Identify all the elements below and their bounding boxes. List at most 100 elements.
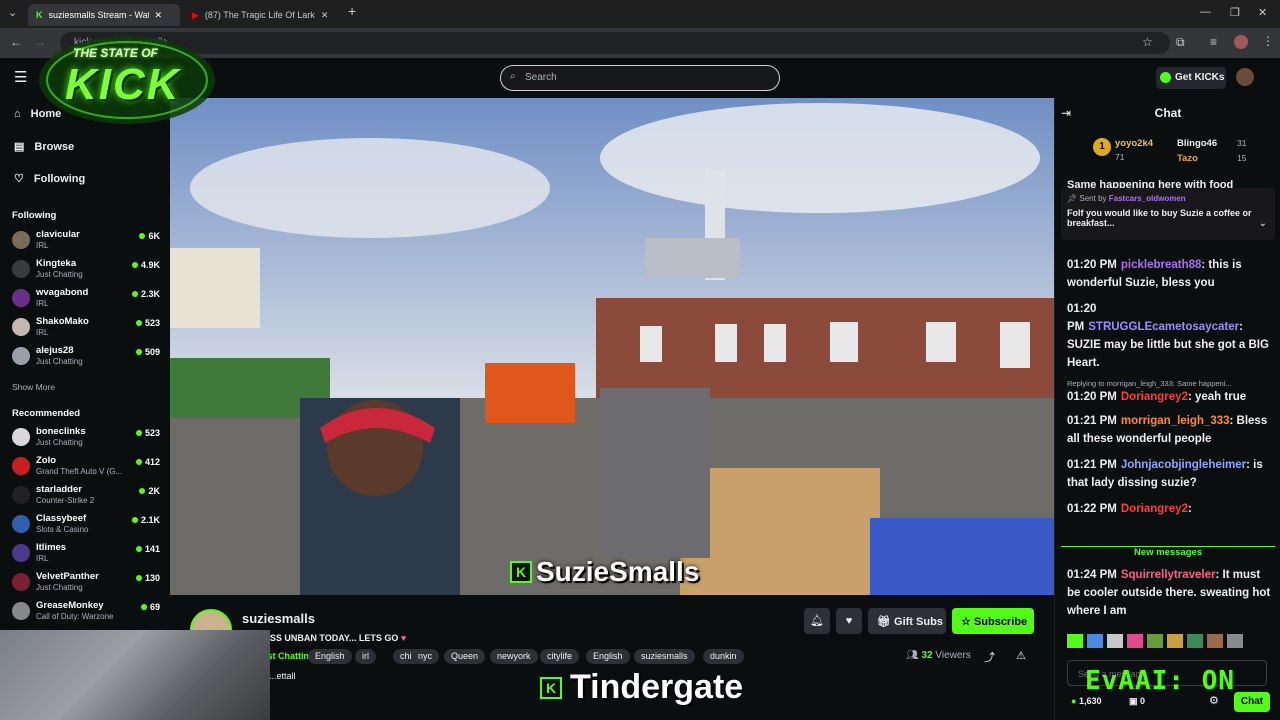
sidebar-channel[interactable]: alejus28 Just Chatting 509 (12, 345, 162, 373)
channel-category: Just Chatting (36, 270, 83, 279)
channel-name: Kingteka (36, 258, 77, 269)
emote-icon[interactable] (1227, 634, 1243, 648)
tag[interactable]: nyc (411, 649, 440, 664)
chat-message[interactable]: 01:20 PM STRUGGLEcametosaycater: SUZIE ma… (1067, 300, 1273, 372)
tag[interactable]: dunkin (703, 649, 744, 664)
chat-message[interactable]: 01:20 PM picklebreath88: this is wonderfu… (1067, 256, 1273, 292)
share-icon[interactable]: ⤴ (984, 649, 995, 665)
tab-search-icon[interactable]: ⌄ (8, 6, 17, 19)
message-user[interactable]: Doriangrey2 (1121, 503, 1188, 515)
emote-icon[interactable] (1067, 634, 1083, 648)
channel-avatar (12, 602, 30, 620)
tag[interactable]: English (308, 649, 352, 664)
message-user[interactable]: picklebreath88 (1121, 259, 1202, 271)
nav-browse[interactable]: ▤ Browse (14, 140, 74, 154)
emote-icon[interactable] (1127, 634, 1143, 648)
sidebar-channel[interactable]: Classybeef Slots & Casino 2.1K (12, 513, 162, 541)
pinned-message[interactable]: 📌︎ Sent by Fastcars_oldwomen Folf you wo… (1061, 188, 1275, 240)
emote-icon[interactable] (1167, 634, 1183, 648)
subscribe-button[interactable]: ☆ Subscribe (952, 608, 1034, 634)
nav-label: Following (33, 172, 86, 185)
channel-name: Zolo (36, 455, 57, 466)
channel-avatar (12, 289, 30, 307)
video-player[interactable] (170, 98, 1054, 595)
channel-avatar (12, 318, 30, 336)
get-kicks-button[interactable]: Get KICKs (1156, 67, 1226, 89)
back-icon[interactable]: ← (10, 35, 22, 49)
chat-message[interactable]: 01:24 PM Squirrellytraveler: It must be c… (1067, 566, 1273, 620)
new-tab-button[interactable]: + (348, 3, 356, 19)
sidebar-channel[interactable]: starladder Counter-Strike 2 2K (12, 484, 162, 512)
message-user[interactable]: Johnjacobjingleheimer (1121, 459, 1246, 471)
streamer-name[interactable]: suziesmalls (242, 611, 315, 626)
more-menu-icon[interactable]: ⋮ (1262, 34, 1274, 48)
message-text: : (1187, 503, 1192, 515)
profile-avatar[interactable] (1234, 35, 1248, 49)
show-more-link[interactable]: Show More (12, 382, 55, 392)
message-user[interactable]: STRUGGLEcametosaycater (1088, 321, 1239, 333)
search-input[interactable]: ⌕ Search (500, 65, 780, 91)
gift-subs-button[interactable]: 🎁︎ Gift Subs (868, 608, 946, 634)
chat-message[interactable]: 01:20 PM Doriangrey2: yeah true (1067, 388, 1273, 406)
emote-icon[interactable] (1207, 634, 1223, 648)
chat-message[interactable]: 01:21 PM morrigan_leigh_333: Bless all th… (1067, 412, 1273, 448)
emote-icon[interactable] (1187, 634, 1203, 648)
tag[interactable]: English (586, 649, 630, 664)
emote-icon[interactable] (1107, 634, 1123, 648)
top-gifter-name[interactable]: yoyo2k4 (1115, 138, 1153, 149)
gift-icon: ▣ (1129, 696, 1141, 706)
kick-logo-icon: K (510, 561, 532, 583)
tag[interactable]: suziesmalls (634, 649, 695, 664)
sidebar-channel[interactable]: Kingteka Just Chatting 4.9K (12, 258, 162, 286)
message-user[interactable]: Squirrellytraveler (1121, 569, 1216, 581)
pinned-text: Folf you would like to buy Suzie a coffe… (1067, 208, 1252, 228)
user-avatar[interactable] (1236, 68, 1254, 86)
chevron-down-icon[interactable]: ⌄ (1259, 218, 1267, 229)
tag[interactable]: newyork (490, 649, 538, 664)
tag[interactable]: citylife (540, 649, 580, 664)
chat-title: Chat (1154, 106, 1182, 120)
close-window-icon[interactable]: ✕ (1258, 6, 1267, 19)
bookmark-star-icon[interactable]: ☆ (1142, 35, 1153, 49)
tag[interactable]: irl (355, 649, 376, 664)
new-messages-divider[interactable]: New messages (1061, 546, 1275, 560)
sidebar-channel[interactable]: ShakoMako IRL 523 (12, 316, 162, 344)
close-icon[interactable]: ✕ (321, 10, 329, 21)
chat-send-button[interactable]: Chat (1234, 692, 1270, 712)
emote-icon[interactable] (1087, 634, 1103, 648)
sidebar-channel[interactable]: boneclinks Just Chatting 523 (12, 426, 162, 454)
sidebar-channel[interactable]: VelvetPanther Just Chatting 130 (12, 571, 162, 599)
tab-youtube[interactable]: ▶ (87) The Tragic Life Of Lark Voo ✕ (184, 4, 344, 26)
nav-following[interactable]: ♡ Following (14, 172, 86, 186)
report-icon[interactable]: ⚠ (1016, 649, 1026, 662)
maximize-icon[interactable]: ❐ (1230, 6, 1240, 19)
chat-message[interactable]: 01:22 PM Doriangrey2: (1067, 500, 1273, 518)
tab-list-icon[interactable]: ≡ (1210, 35, 1217, 49)
channel-avatar (12, 260, 30, 278)
sidebar-channel[interactable]: wvagabond IRL 2.3K (12, 287, 162, 315)
emote-icon[interactable] (1147, 634, 1163, 648)
recommended-header: Recommended (12, 408, 81, 419)
sidebar-channel[interactable]: clavicular IRL 6K (12, 229, 162, 257)
message-user[interactable]: morrigan_leigh_333 (1121, 415, 1230, 427)
message-user[interactable]: Doriangrey2 (1121, 391, 1188, 403)
sidebar-channel[interactable]: Itlimes IRL 141 (12, 542, 162, 570)
minimize-icon[interactable]: — (1200, 6, 1211, 18)
follow-button[interactable]: ♥ (836, 608, 862, 634)
extensions-icon[interactable]: ⧉ (1176, 35, 1185, 50)
close-icon[interactable]: ✕ (155, 10, 163, 21)
menu-icon[interactable]: ☰ (14, 68, 27, 86)
top-gifter-name[interactable]: Tazo (1177, 153, 1198, 164)
message-time: 01:22 PM (1067, 503, 1117, 515)
url-field[interactable]: kick.com/suziesmalls (60, 32, 1170, 54)
chat-message[interactable]: 01:21 PM Johnjacobjingleheimer: is that l… (1067, 456, 1273, 492)
notification-bell-button[interactable]: 🔔︎ (804, 608, 830, 634)
sidebar-channel[interactable]: Zolo Grand Theft Auto V (G... 412 (12, 455, 162, 483)
emote-bar (1067, 634, 1273, 650)
sidebar-channel[interactable]: GreaseMonkey Call of Duty: Warzone 69 (12, 600, 162, 628)
tab-suziesmalls[interactable]: K suziesmalls Stream - Watch ✕ (28, 4, 180, 26)
channel-avatar (12, 544, 30, 562)
top-gifter-name[interactable]: Blingo46 (1177, 138, 1217, 149)
viewers-label: Viewers (935, 650, 971, 661)
tag[interactable]: Queen (444, 649, 486, 664)
